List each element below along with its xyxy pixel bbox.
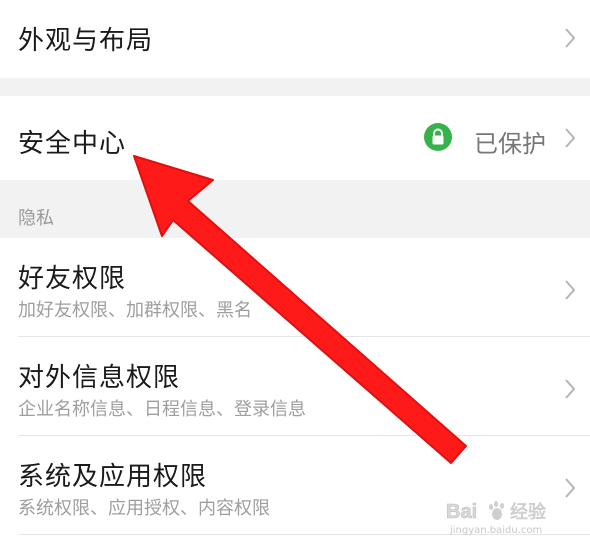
friend-permissions-title: 好友权限 <box>18 264 127 294</box>
settings-item-security[interactable]: 安全中心 已保护 <box>0 96 590 180</box>
watermark-brand: Bai <box>446 501 477 523</box>
settings-item-friend-permissions[interactable]: 好友权限 加好友权限、加群权限、黑名 <box>0 238 590 336</box>
security-status: 已保护 <box>474 130 546 158</box>
friend-permissions-subtitle: 加好友权限、加群权限、黑名 <box>18 300 252 321</box>
appearance-title: 外观与布局 <box>18 26 154 56</box>
privacy-section-header: 隐私 <box>0 180 590 238</box>
settings-item-external-info[interactable]: 对外信息权限 企业名称信息、日程信息、登录信息 <box>0 337 590 435</box>
chevron-right-icon <box>565 280 576 300</box>
external-info-subtitle: 企业名称信息、日程信息、登录信息 <box>18 399 306 420</box>
lock-icon <box>424 123 452 151</box>
chevron-right-icon <box>565 28 576 48</box>
external-info-title: 对外信息权限 <box>18 363 181 393</box>
chevron-right-icon <box>565 128 576 148</box>
baidu-watermark: Bai 经验 jingyan.baidu.com <box>446 501 547 536</box>
settings-screen: 外观与布局 安全中心 已保护 隐私 好友权限 加好友权限、加群权限、黑名 对外信… <box>0 0 590 542</box>
privacy-section-label: 隐私 <box>18 208 54 229</box>
system-permissions-subtitle: 系统权限、应用授权、内容权限 <box>18 498 270 519</box>
settings-item-appearance[interactable]: 外观与布局 <box>0 0 590 78</box>
security-title: 安全中心 <box>18 129 127 159</box>
system-permissions-title: 系统及应用权限 <box>18 462 208 492</box>
watermark-suffix: 经验 <box>510 502 546 523</box>
watermark-url: jingyan.baidu.com <box>449 525 542 536</box>
chevron-right-icon <box>565 379 576 399</box>
section-gap <box>0 78 590 96</box>
